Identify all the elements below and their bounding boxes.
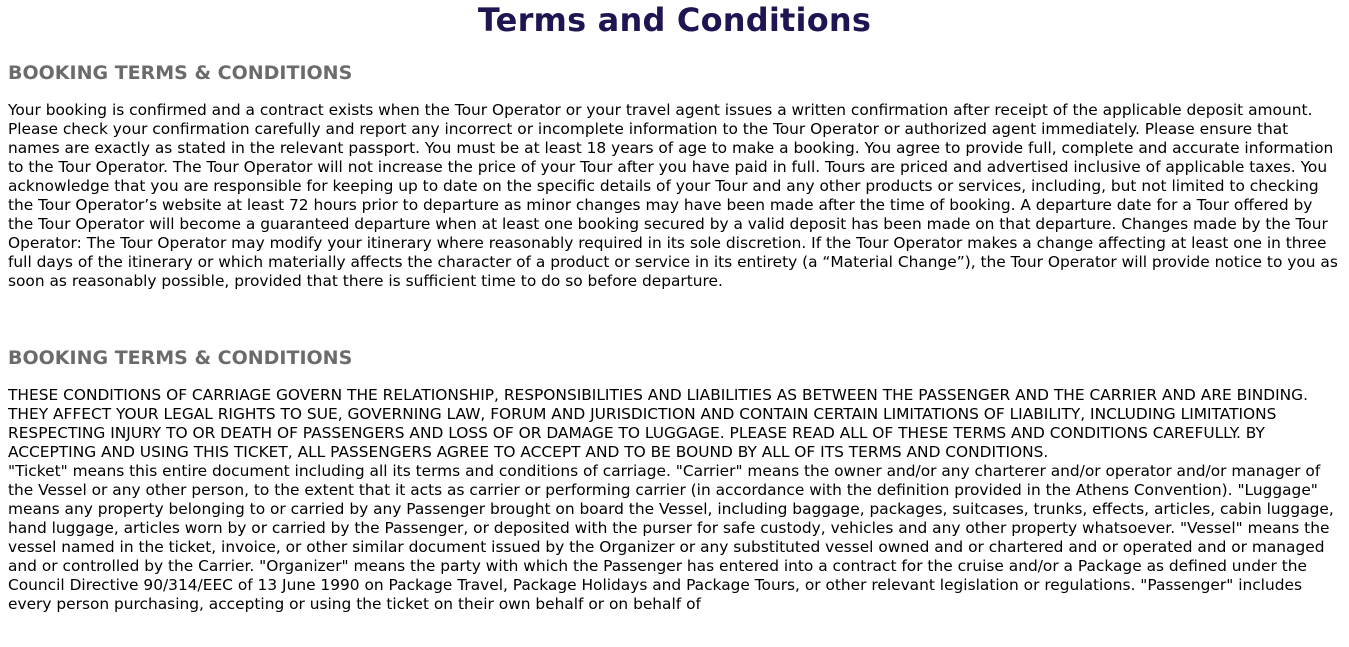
section-booking-terms-2: BOOKING TERMS & CONDITIONS THESE CONDITI…	[8, 346, 1341, 614]
terms-page: Terms and Conditions BOOKING TERMS & CON…	[0, 0, 1349, 647]
section-paragraph: "Ticket" means this entire document incl…	[8, 462, 1334, 613]
section-booking-terms-1: BOOKING TERMS & CONDITIONS Your booking …	[8, 61, 1341, 291]
section-heading: BOOKING TERMS & CONDITIONS	[8, 347, 353, 369]
section-paragraph: Your booking is confirmed and a contract…	[8, 101, 1338, 290]
section-heading: BOOKING TERMS & CONDITIONS	[8, 62, 353, 84]
section-paragraph: THESE CONDITIONS OF CARRIAGE GOVERN THE …	[8, 386, 1308, 461]
page-title: Terms and Conditions	[477, 1, 872, 39]
